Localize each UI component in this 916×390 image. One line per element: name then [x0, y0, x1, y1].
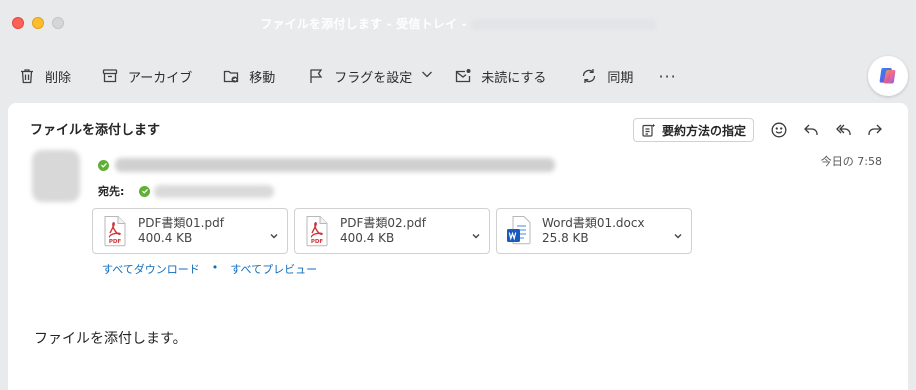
flag-label: フラグを設定 — [334, 70, 413, 86]
mail-unread-icon — [456, 69, 471, 83]
move-button[interactable]: 移動 — [222, 58, 275, 94]
attachment-links: すべてダウンロード • すべてプレビュー — [102, 261, 317, 277]
sync-icon — [583, 69, 596, 83]
chevron-down-icon — [674, 234, 682, 239]
pdf-file-icon: PDF — [306, 216, 328, 247]
move-label: 移動 — [249, 70, 276, 86]
sync-label: 同期 — [607, 70, 634, 86]
reply-all-button[interactable] — [830, 117, 856, 143]
to-label: 宛先: — [98, 185, 125, 198]
message-body: ファイルを添付します。 — [34, 331, 187, 347]
more-options-button[interactable]: ··· — [658, 58, 676, 94]
attachment-size: 25.8 KB — [542, 231, 589, 245]
verified-sender-icon — [98, 159, 109, 171]
more-icon: ··· — [658, 66, 677, 86]
attachment-size: 400.4 KB — [340, 231, 395, 245]
flag-dropdown[interactable] — [420, 67, 434, 85]
archive-button[interactable]: アーカイブ — [101, 58, 192, 94]
sender-row — [98, 158, 555, 172]
message-date: 今日の 7:58 — [820, 155, 882, 168]
sender-name-redacted[interactable] — [115, 158, 555, 172]
pdf-file-icon: PDF — [104, 216, 126, 247]
attachment-info: PDF書類02.pdf 400.4 KB — [340, 216, 426, 246]
copilot-icon — [879, 68, 896, 84]
sync-button[interactable]: 同期 — [580, 58, 633, 94]
attachment-menu-button[interactable] — [269, 226, 279, 239]
forward-icon — [868, 124, 882, 135]
link-separator: • — [211, 261, 219, 274]
title-bar: ファイルを添付します - 受信トレイ - — [0, 0, 916, 48]
attachment-name: PDF書類02.pdf — [340, 216, 426, 230]
attachment-card[interactable]: PDF PDF書類01.pdf 400.4 KB — [92, 208, 288, 254]
recipient-row: 宛先: — [98, 183, 275, 199]
summary-sparkle-icon — [642, 123, 655, 137]
attachment-info: PDF書類01.pdf 400.4 KB — [138, 216, 224, 246]
message-actions: 要約方法の指定 — [632, 117, 888, 143]
sender-avatar[interactable] — [32, 150, 80, 202]
chevron-down-icon — [270, 234, 278, 239]
emoji-icon — [771, 122, 787, 138]
window-title: ファイルを添付します - 受信トレイ - — [0, 15, 916, 32]
attachment-name: PDF書類01.pdf — [138, 216, 224, 230]
folder-move-icon — [224, 70, 239, 83]
attachment-info: Word書類01.docx 25.8 KB — [542, 216, 645, 246]
pdf-badge-text: PDF — [109, 239, 122, 245]
attachment-menu-button[interactable] — [471, 226, 481, 239]
preview-all-link[interactable]: すべてプレビュー — [230, 261, 317, 277]
summarize-button[interactable]: 要約方法の指定 — [632, 118, 754, 142]
verified-recipient-icon — [139, 185, 151, 197]
toolbar: 削除 アーカイブ 移動 フラグを設定 未読にする 同期 ··· — [0, 58, 860, 94]
attachment-list: PDF PDF書類01.pdf 400.4 KB PDF PDF書類02.pdf… — [92, 208, 692, 254]
recipient-name-redacted[interactable] — [154, 184, 275, 198]
mark-unread-button[interactable]: 未読にする — [454, 58, 546, 94]
forward-button[interactable] — [862, 117, 888, 143]
attachment-card[interactable]: PDF PDF書類02.pdf 400.4 KB — [294, 208, 490, 254]
reply-all-icon — [836, 124, 851, 135]
react-button[interactable] — [766, 117, 792, 143]
download-all-link[interactable]: すべてダウンロード — [102, 261, 200, 277]
reply-button[interactable] — [798, 117, 824, 143]
copilot-button[interactable] — [868, 56, 908, 96]
attachment-size: 400.4 KB — [138, 231, 193, 245]
attachment-name: Word書類01.docx — [542, 216, 645, 230]
archive-label: アーカイブ — [128, 70, 193, 86]
chevron-down-icon — [472, 234, 480, 239]
reply-icon — [804, 124, 818, 135]
trash-icon — [21, 69, 33, 84]
word-file-icon — [507, 216, 531, 245]
archive-icon — [102, 69, 118, 83]
reading-pane: ファイルを添付します 要約方法の指定 宛先: 今日の 7:58 PDF PDF書… — [8, 103, 908, 390]
summarize-label: 要約方法の指定 — [661, 123, 746, 138]
attachment-menu-button[interactable] — [673, 226, 683, 239]
flag-icon — [310, 69, 323, 83]
message-subject: ファイルを添付します — [30, 123, 161, 138]
mark-unread-label: 未読にする — [481, 70, 547, 86]
pdf-badge-text: PDF — [311, 239, 324, 245]
attachment-card[interactable]: Word書類01.docx 25.8 KB — [496, 208, 692, 254]
delete-label: 削除 — [45, 70, 72, 86]
chevron-down-icon — [422, 71, 433, 78]
flag-button[interactable]: フラグを設定 — [307, 58, 434, 94]
window-title-text: ファイルを添付します - 受信トレイ - — [260, 17, 467, 31]
delete-button[interactable]: 削除 — [18, 58, 71, 94]
redacted-account — [470, 19, 656, 30]
